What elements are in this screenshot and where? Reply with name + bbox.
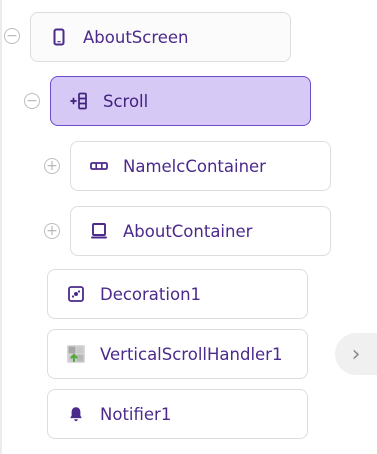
vertical-scroll-arrangement-icon bbox=[69, 91, 89, 111]
tree-node-aboutscreen[interactable]: AboutScreen bbox=[30, 12, 291, 62]
tree-node-label: Notifier1 bbox=[100, 404, 172, 424]
chevron-right-icon: › bbox=[351, 341, 361, 367]
expand-toggle-namelccontainer[interactable]: + bbox=[44, 158, 60, 174]
vertical-arrangement-icon bbox=[89, 221, 109, 241]
tree-node-label: NamelcContainer bbox=[123, 156, 266, 176]
tree-node-namelccontainer[interactable]: NamelcContainer bbox=[70, 141, 331, 191]
expand-toggle-aboutcontainer[interactable]: + bbox=[44, 223, 60, 239]
phone-icon bbox=[49, 27, 69, 47]
tree-node-label: AboutScreen bbox=[83, 27, 189, 47]
tree-node-label: AboutContainer bbox=[123, 221, 253, 241]
decoration-icon bbox=[66, 284, 86, 304]
left-rule bbox=[0, 0, 2, 454]
tree-node-label: Decoration1 bbox=[100, 284, 202, 304]
tree-node-scroll[interactable]: Scroll bbox=[50, 76, 311, 126]
scroll-right-button[interactable]: › bbox=[335, 333, 377, 375]
component-tree-panel: − AboutScreen − Scroll + NamelcContainer… bbox=[0, 0, 377, 454]
tree-node-decoration1[interactable]: Decoration1 bbox=[47, 269, 308, 319]
tree-node-aboutcontainer[interactable]: AboutContainer bbox=[70, 206, 331, 256]
tree-node-notifier1[interactable]: Notifier1 bbox=[47, 389, 308, 439]
horizontal-arrangement-icon bbox=[89, 156, 109, 176]
tree-node-verticalscrollhandler1[interactable]: VerticalScrollHandler1 bbox=[47, 329, 308, 379]
extension-icon bbox=[66, 344, 86, 364]
tree-node-label: Scroll bbox=[103, 91, 149, 111]
collapse-toggle-root[interactable]: − bbox=[4, 28, 20, 44]
collapse-toggle-scroll[interactable]: − bbox=[24, 93, 40, 109]
tree-node-label: VerticalScrollHandler1 bbox=[100, 344, 283, 364]
bell-icon bbox=[66, 404, 86, 424]
